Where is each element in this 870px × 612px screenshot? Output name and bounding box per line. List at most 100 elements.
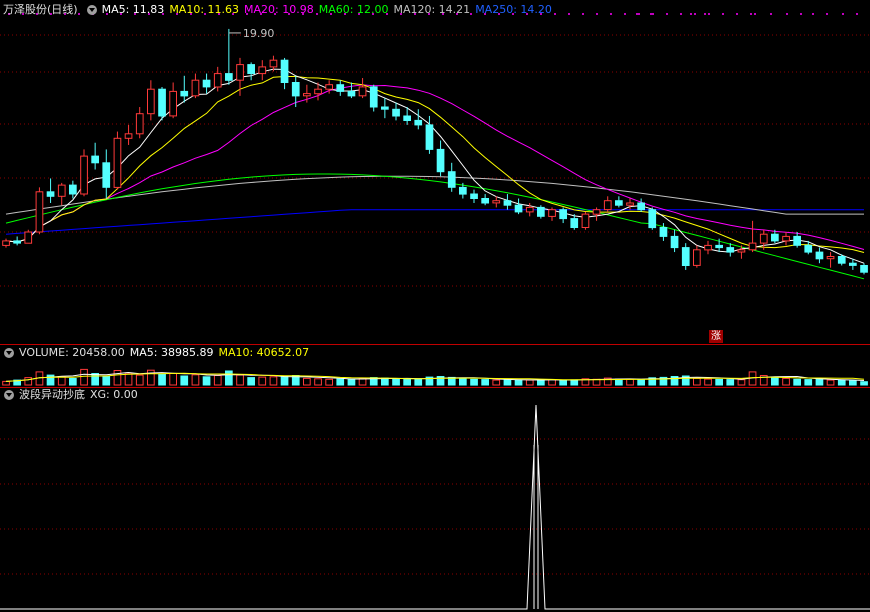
candle-body <box>381 106 389 110</box>
volume-caret-icon[interactable] <box>4 348 14 358</box>
candle-body <box>369 86 378 108</box>
candle-body <box>102 162 111 188</box>
candle-body <box>35 191 44 233</box>
candle-body <box>403 115 411 121</box>
volume-bar <box>169 373 178 386</box>
candle-body <box>314 88 322 95</box>
volume-bar <box>559 379 567 386</box>
candle-body <box>525 206 534 213</box>
candle-body <box>303 93 311 97</box>
candle-body <box>269 59 278 68</box>
signal-dot <box>596 13 598 15</box>
signal-dot <box>800 13 802 15</box>
volume-bar <box>247 377 256 386</box>
volume-bar <box>403 378 411 386</box>
volume-ma10-value: MA10: 40652.07 <box>218 346 310 359</box>
collapse-caret-icon[interactable] <box>86 5 97 15</box>
candle-body <box>581 213 590 229</box>
volume-bar <box>525 379 534 386</box>
volume-bar <box>771 376 779 386</box>
candle-body <box>726 247 735 253</box>
volume-bar <box>158 373 166 386</box>
stock-name: 万泽股份(日线) <box>3 3 78 16</box>
candle-body <box>492 200 501 204</box>
signal-dot <box>770 13 772 15</box>
volume-bar <box>191 374 200 386</box>
candle-body <box>637 202 645 211</box>
candle-body <box>213 73 222 88</box>
volume-bar <box>459 377 467 386</box>
volume-bar <box>280 376 289 386</box>
candle-body <box>659 227 668 237</box>
candle-body <box>648 209 657 229</box>
signal-dot <box>708 13 710 15</box>
volume-bar <box>213 375 222 386</box>
signal-dot <box>786 13 788 15</box>
volume-bar <box>804 379 813 386</box>
volume-bar <box>514 379 523 386</box>
candle-body <box>91 155 100 164</box>
volume-bar <box>381 377 389 386</box>
volume-bar <box>492 379 501 386</box>
volume-bar <box>726 379 735 386</box>
signal-dot <box>736 13 738 15</box>
indicator-panel[interactable]: 波段异动抄底 XG: 0.00 <box>0 387 870 612</box>
candle-body <box>570 218 579 229</box>
volume-bar <box>69 377 77 386</box>
volume-bar <box>347 378 356 386</box>
candle-body <box>470 193 478 199</box>
candle-body <box>447 171 456 188</box>
volume-bar <box>135 374 144 386</box>
signal-dot <box>582 13 584 15</box>
candle-body <box>158 88 166 117</box>
candle-body <box>436 148 445 173</box>
price-chart[interactable]: 19.90 <box>0 0 870 344</box>
signal-dot <box>568 13 570 15</box>
ma250-value: MA250: 14.20 <box>475 3 552 16</box>
ma120-line <box>5 175 864 215</box>
candle-body <box>514 204 523 213</box>
candle-body <box>113 137 122 188</box>
candle-body <box>837 256 846 264</box>
volume-bar <box>414 378 423 386</box>
candle-body <box>737 249 746 253</box>
volume-bar <box>258 376 267 386</box>
candle-body <box>826 256 835 260</box>
signal-dot <box>812 13 814 15</box>
candle-body <box>626 202 634 206</box>
candle-body <box>481 198 489 204</box>
volume-bar <box>57 376 66 386</box>
price-chart-panel[interactable]: 19.90 万泽股份(日线) MA5: 11.83 MA10: 11.63 MA… <box>0 0 870 344</box>
volume-bar <box>24 377 33 386</box>
candle-body <box>603 200 612 211</box>
candle-body <box>793 235 801 246</box>
indicator-caret-icon[interactable] <box>4 390 14 400</box>
candle-body <box>258 66 267 75</box>
signal-dot <box>842 13 844 15</box>
indicator-chart[interactable] <box>0 387 870 612</box>
candle-body <box>670 235 679 249</box>
candle-body <box>815 251 824 260</box>
candle-body <box>180 90 189 97</box>
volume-bar <box>637 379 645 386</box>
signal-dot <box>638 13 640 15</box>
ma250-line <box>5 209 864 235</box>
volume-bar <box>392 378 400 386</box>
volume-bar <box>180 375 189 386</box>
candle-body <box>191 79 200 97</box>
signal-dot <box>636 13 638 15</box>
volume-bar <box>837 379 846 386</box>
candle-body <box>715 244 723 249</box>
volume-bar <box>782 377 790 386</box>
volume-bar <box>693 377 701 386</box>
signal-dot <box>694 13 696 15</box>
candle-body <box>2 240 10 246</box>
candle-body <box>280 59 289 83</box>
volume-bar <box>860 381 868 386</box>
candle-body <box>325 84 333 90</box>
volume-panel[interactable]: VOLUME: 20458.00 MA5: 38985.89 MA10: 406… <box>0 344 870 387</box>
volume-value: VOLUME: 20458.00 <box>19 346 125 359</box>
candle-body <box>347 90 356 97</box>
volume-bar <box>80 368 88 386</box>
high-price-label: 19.90 <box>243 27 275 40</box>
